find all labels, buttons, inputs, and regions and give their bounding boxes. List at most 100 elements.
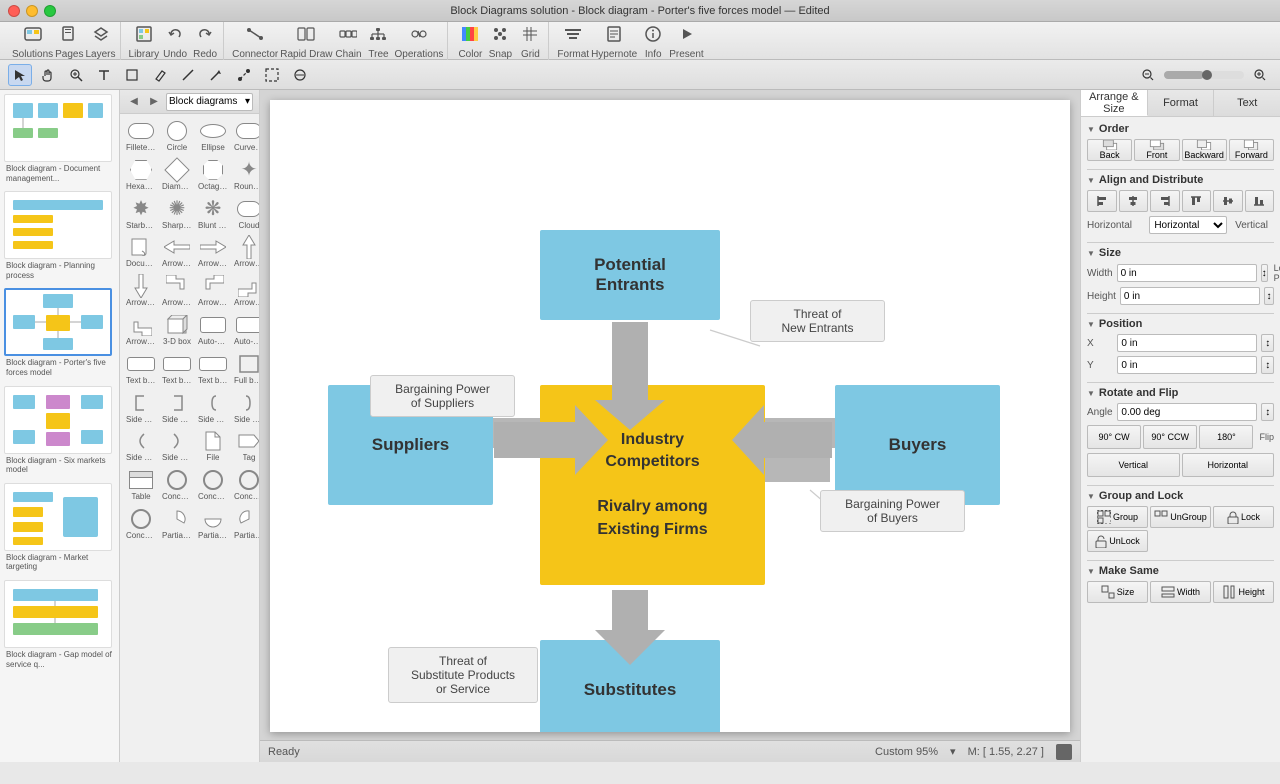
shape-sharp-starburst[interactable]: ✺ Sharp Sta...: [160, 196, 194, 233]
industry-box[interactable]: IndustryCompetitorsRivalry amongExisting…: [540, 385, 765, 585]
shape-side-brace-1[interactable]: Side brace: [196, 390, 230, 427]
thumbnail-porter[interactable]: Block diagram - Porter's five forces mod…: [4, 288, 115, 377]
shape-concentric-3[interactable]: Concentric...: [232, 467, 259, 504]
pen-tool[interactable]: [148, 64, 172, 86]
align-center-button[interactable]: [1119, 190, 1149, 212]
callout-threat-new[interactable]: Threat ofNew Entrants: [750, 300, 885, 342]
horizontal-select[interactable]: Horizontal Vertical: [1149, 216, 1227, 234]
connector-button[interactable]: [241, 21, 269, 47]
snap-button[interactable]: [486, 21, 514, 47]
shape-arrow-left[interactable]: Arrow Left: [160, 234, 194, 271]
library-dropdown[interactable]: Block diagrams ▾: [166, 93, 253, 111]
callout-bargaining-buyers[interactable]: Bargaining Powerof Buyers: [820, 490, 965, 532]
position-section-header[interactable]: ▼ Position: [1087, 318, 1274, 330]
flip-vertical-button[interactable]: Vertical: [1087, 453, 1180, 477]
hand-tool[interactable]: [36, 64, 60, 86]
shape-tag[interactable]: Tag: [232, 428, 259, 465]
shape-concentric-4[interactable]: Concentric...: [124, 506, 158, 543]
align-middle-button[interactable]: [1213, 190, 1243, 212]
connect-tool[interactable]: [232, 64, 256, 86]
shape-auto-size[interactable]: Auto-size box: [232, 312, 259, 349]
rotate-90cw-button[interactable]: 90° CW: [1087, 425, 1141, 449]
extra-tool-1[interactable]: [288, 64, 312, 86]
minimize-button[interactable]: [26, 5, 38, 17]
backward-button[interactable]: Backward: [1182, 139, 1227, 161]
library-button[interactable]: [130, 21, 158, 47]
shape-filleted-rect[interactable]: Filleted R...: [124, 118, 158, 155]
shape-side-bracket-1[interactable]: Side bracket: [124, 390, 158, 427]
lock-button[interactable]: Lock: [1213, 506, 1274, 528]
align-right-button[interactable]: [1150, 190, 1180, 212]
align-bottom-button[interactable]: [1245, 190, 1275, 212]
zoom-out-button[interactable]: [1136, 64, 1160, 86]
height-input[interactable]: [1120, 287, 1260, 305]
shape-text-box-1[interactable]: Text box - ...: [124, 351, 158, 388]
shape-arrow-right[interactable]: Arrow Right: [196, 234, 230, 271]
pages-button[interactable]: [55, 21, 83, 47]
shape-diamond[interactable]: Diamond: [160, 157, 194, 194]
shape-side-bracket-2[interactable]: Side bracket...: [160, 390, 194, 427]
buyers-box[interactable]: Buyers: [835, 385, 1000, 505]
make-same-section-header[interactable]: ▼ Make Same: [1087, 565, 1274, 577]
undo-button[interactable]: [161, 21, 189, 47]
shape-starburst[interactable]: ✸ Starburst: [124, 196, 158, 233]
zoom-level[interactable]: Custom 95%: [875, 746, 938, 758]
ungroup-button[interactable]: UnGroup: [1150, 506, 1211, 528]
make-same-size-button[interactable]: Size: [1087, 581, 1148, 603]
align-section-header[interactable]: ▼ Align and Distribute: [1087, 174, 1274, 186]
rotate-90ccw-button[interactable]: 90° CCW: [1143, 425, 1197, 449]
present-button[interactable]: [672, 21, 700, 47]
close-button[interactable]: [8, 5, 20, 17]
shape-curved-rect[interactable]: Curved Re...: [232, 118, 259, 155]
shape-text-box-3[interactable]: Text box - p...: [196, 351, 230, 388]
library-forward[interactable]: ▶: [146, 94, 162, 110]
shape-blunt-starburst[interactable]: ❋ Blunt Starburst: [196, 196, 230, 233]
shape-arrow-up[interactable]: Arrow Up: [232, 234, 259, 271]
rotate-180-button[interactable]: 180°: [1199, 425, 1253, 449]
size-section-header[interactable]: ▼ Size: [1087, 247, 1274, 259]
shape-partial-2[interactable]: Partial layer 2: [196, 506, 230, 543]
rotate-section-header[interactable]: ▼ Rotate and Flip: [1087, 387, 1274, 399]
solutions-button[interactable]: [19, 21, 47, 47]
rapid-draw-button[interactable]: [292, 21, 320, 47]
shape-concentric-2[interactable]: Concentric...: [196, 467, 230, 504]
shape-octagon[interactable]: Octagon: [196, 157, 230, 194]
angle-stepper[interactable]: ↕: [1261, 403, 1274, 421]
line-tool[interactable]: [176, 64, 200, 86]
text-tool[interactable]: [92, 64, 116, 86]
tree-button[interactable]: [364, 21, 392, 47]
make-same-height-button[interactable]: Height: [1213, 581, 1274, 603]
shape-hexagon[interactable]: Hexagon: [124, 157, 158, 194]
shape-tool[interactable]: [120, 64, 144, 86]
substitutes-box[interactable]: Substitutes: [540, 640, 720, 732]
shape-arrow-down-right[interactable]: Arrow Dow...: [124, 312, 158, 349]
shape-side-paren-2[interactable]: Side parenth...: [160, 428, 194, 465]
align-top-button[interactable]: [1182, 190, 1212, 212]
callout-threat-substitute[interactable]: Threat ofSubstitute Productsor Service: [388, 647, 538, 703]
thumbnail-six-markets[interactable]: Block diagram - Six markets model: [4, 386, 115, 475]
align-left-button[interactable]: [1087, 190, 1117, 212]
thumbnail-doc-management[interactable]: Block diagram - Document management...: [4, 94, 115, 183]
shape-arrow-down[interactable]: Arrow Down: [124, 273, 158, 310]
zoom-in-button[interactable]: [1248, 64, 1272, 86]
chain-button[interactable]: [334, 21, 362, 47]
view-toggle[interactable]: [1056, 744, 1072, 760]
shape-text-box-2[interactable]: Text box - l...: [160, 351, 194, 388]
unlock-button[interactable]: UnLock: [1087, 530, 1148, 552]
redo-button[interactable]: [191, 21, 219, 47]
height-stepper[interactable]: ↕: [1264, 287, 1274, 305]
group-section-header[interactable]: ▼ Group and Lock: [1087, 490, 1274, 502]
shape-circle[interactable]: Circle: [160, 118, 194, 155]
shape-table[interactable]: Table: [124, 467, 158, 504]
shape-side-brace-2[interactable]: Side brace -...: [232, 390, 259, 427]
width-input[interactable]: [1117, 264, 1257, 282]
shape-cloud[interactable]: Cloud: [232, 196, 259, 233]
shape-arrow-down-left[interactable]: Arrow Dow...: [232, 273, 259, 310]
color-button[interactable]: [456, 21, 484, 47]
shape-partial-3[interactable]: Partial layer 3: [232, 506, 259, 543]
grid-button[interactable]: [516, 21, 544, 47]
callout-bargaining-suppliers[interactable]: Bargaining Powerof Suppliers: [370, 375, 515, 417]
shape-round-starburst[interactable]: ✦ Round Sta...: [232, 157, 259, 194]
zoom-slider[interactable]: [1164, 71, 1244, 79]
forward-button[interactable]: Forward: [1229, 139, 1274, 161]
